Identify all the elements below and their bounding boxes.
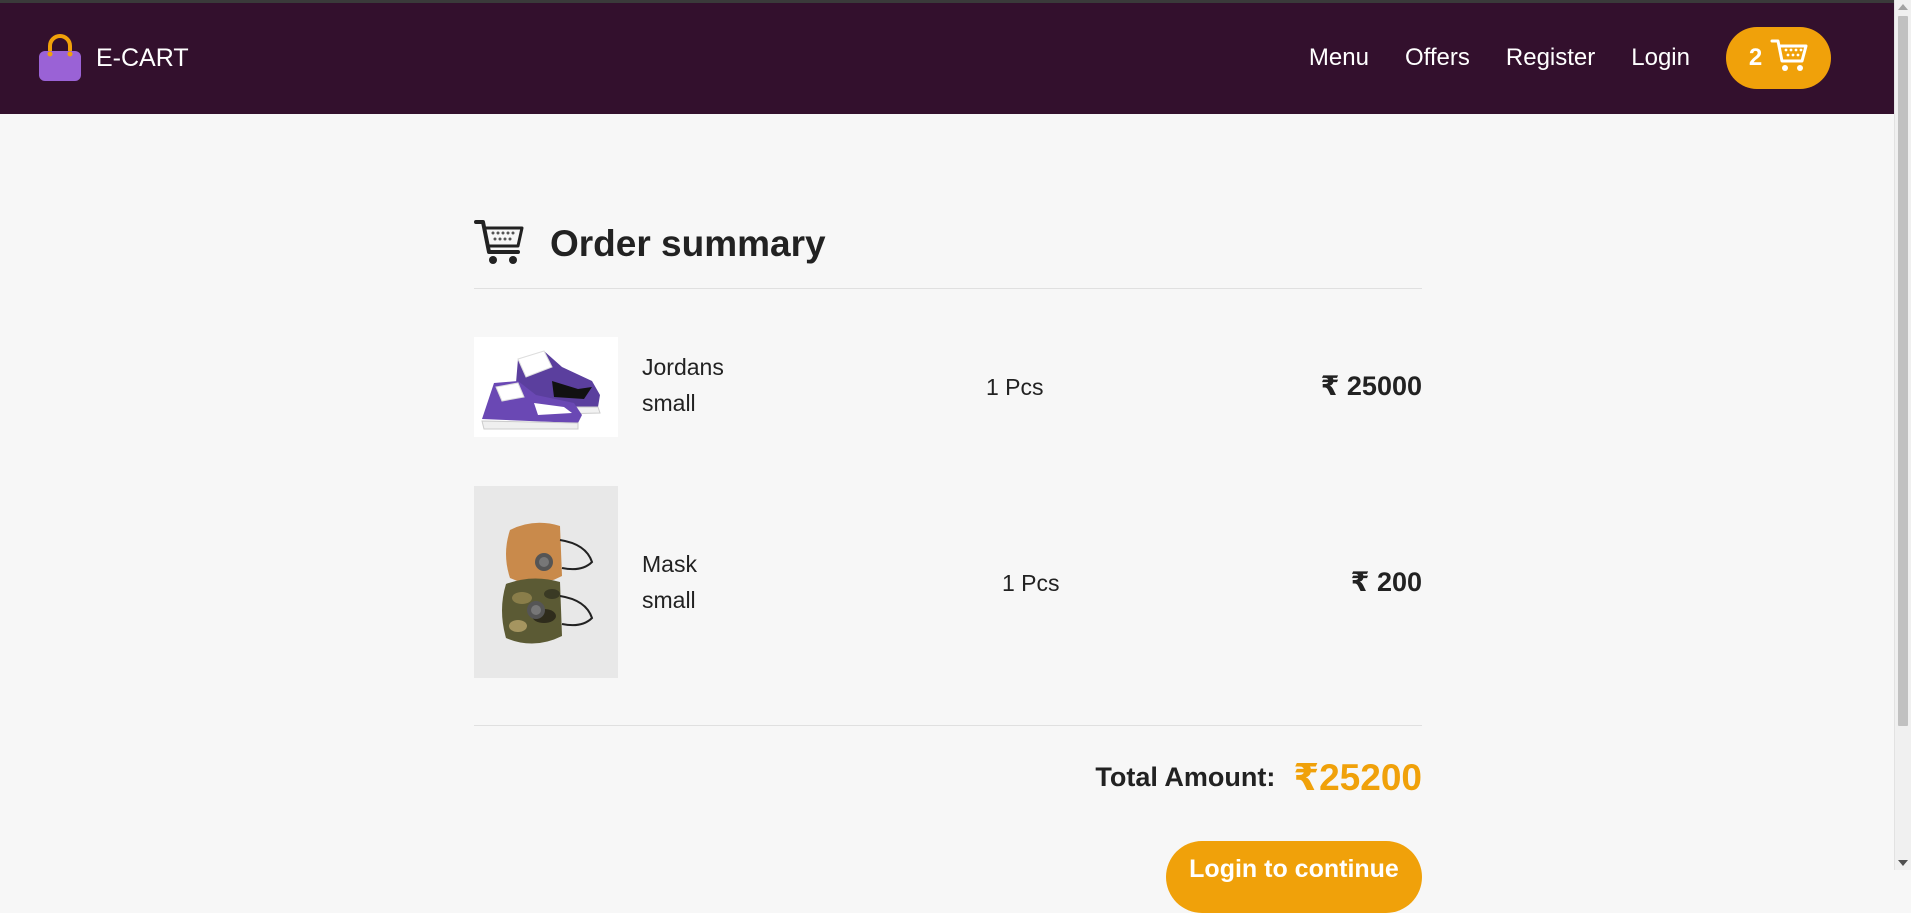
nav-link-menu[interactable]: Menu — [1309, 44, 1369, 72]
total-label: Total Amount: — [1095, 762, 1276, 792]
nav-link-offers[interactable]: Offers — [1405, 44, 1470, 72]
navbar: E-CART Menu Offers Register Login 2 — [0, 3, 1895, 114]
item-price: ₹ 25000 — [1320, 371, 1422, 401]
item-name: Jordans — [642, 354, 724, 380]
scroll-up-arrow-icon[interactable] — [1898, 4, 1908, 10]
item-name: Mask — [642, 551, 697, 577]
login-to-continue-button[interactable]: Login to continue — [1166, 841, 1422, 913]
vertical-scrollbar[interactable] — [1894, 0, 1911, 870]
item-quantity: 1 Pcs — [1002, 570, 1060, 596]
order-summary-header: Order summary — [474, 200, 1422, 289]
total-amount: ₹25200 — [1293, 757, 1422, 798]
divider — [474, 725, 1422, 726]
scroll-down-arrow-icon[interactable] — [1898, 860, 1908, 866]
item-size: small — [642, 390, 696, 416]
order-item-row: Jordans small 1 Pcs ₹ 25000 — [474, 337, 1422, 437]
shopping-bag-icon — [36, 34, 84, 82]
sneaker-image — [474, 337, 618, 437]
item-quantity: 1 Pcs — [986, 374, 1044, 400]
order-summary: Order summary Jordans small 1 Pcs ₹ 2500… — [474, 200, 1422, 913]
nav-links: Menu Offers Register Login 2 — [1309, 27, 1831, 89]
cart-button[interactable]: 2 — [1726, 27, 1831, 89]
cart-icon — [474, 218, 526, 271]
item-details: Mask small — [642, 546, 697, 618]
nav-link-login[interactable]: Login — [1631, 44, 1690, 72]
cart-icon — [1770, 37, 1808, 80]
brand-name: E-CART — [96, 43, 189, 72]
page-title: Order summary — [550, 223, 826, 264]
total-row: Total Amount: ₹25200 — [1095, 756, 1422, 799]
item-size: small — [642, 587, 696, 613]
item-price: ₹ 200 — [1350, 567, 1422, 597]
item-details: Jordans small — [642, 349, 724, 421]
nav-link-register[interactable]: Register — [1506, 44, 1595, 72]
order-item-row: Mask small 1 Pcs ₹ 200 — [474, 486, 1422, 678]
mask-image — [474, 486, 618, 678]
scrollbar-thumb[interactable] — [1898, 16, 1908, 726]
cart-count: 2 — [1748, 44, 1763, 71]
brand-link[interactable]: E-CART — [36, 33, 189, 83]
